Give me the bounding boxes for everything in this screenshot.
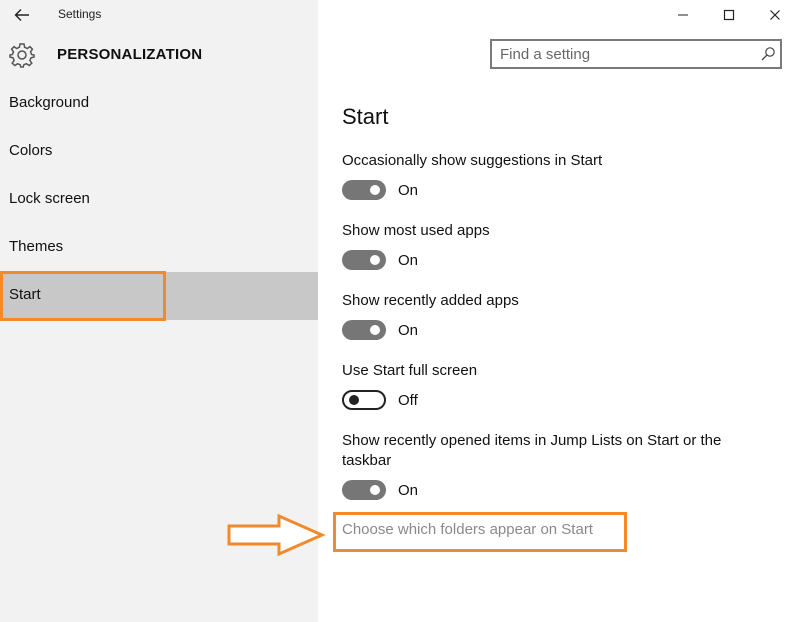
page-title: Start: [342, 104, 389, 129]
toggle-state-suggestions: On: [398, 182, 419, 199]
toggle-full-screen[interactable]: [342, 390, 386, 410]
sidebar-item-themes[interactable]: Themes: [0, 224, 318, 272]
toggle-suggestions[interactable]: [342, 180, 386, 200]
toggle-state-jump-lists: On: [398, 482, 419, 499]
sidebar-item-label: Colors: [9, 142, 53, 159]
sidebar-item-lock-screen[interactable]: Lock screen: [0, 176, 318, 224]
minimize-button[interactable]: [660, 0, 706, 30]
maximize-icon: [723, 9, 735, 21]
start-highlight-box: [0, 271, 166, 321]
folders-highlight-box: [333, 512, 627, 552]
section-title: PERSONALIZATION: [57, 46, 203, 63]
setting-label-most-used: Show most used apps: [342, 222, 490, 239]
toggle-state-full-screen: Off: [398, 392, 418, 409]
toggle-knob: [370, 325, 380, 335]
toggle-most-used[interactable]: [342, 250, 386, 270]
sidebar-item-background[interactable]: Background: [0, 80, 318, 128]
setting-label-suggestions: Occasionally show suggestions in Start: [342, 152, 603, 169]
back-button[interactable]: [8, 4, 36, 26]
toggle-knob: [370, 485, 380, 495]
search-icon[interactable]: [760, 46, 776, 62]
sidebar-item-label: Lock screen: [9, 190, 90, 207]
sidebar-item-label: Themes: [9, 238, 64, 255]
close-icon: [770, 10, 780, 20]
toggle-knob: [370, 185, 380, 195]
toggle-recently-added[interactable]: [342, 320, 386, 340]
minimize-icon: [678, 14, 688, 16]
setting-label-recently-added: Show recently added apps: [342, 292, 519, 309]
window-title: Settings: [58, 7, 102, 21]
maximize-button[interactable]: [706, 0, 752, 30]
search-box[interactable]: [490, 39, 782, 69]
toggle-state-recently-added: On: [398, 322, 419, 339]
arrow-right-icon: [227, 513, 326, 557]
setting-label-full-screen: Use Start full screen: [342, 362, 478, 379]
sidebar-item-label: Background: [9, 94, 90, 111]
sidebar-item-colors[interactable]: Colors: [0, 128, 318, 176]
toggle-knob: [370, 255, 380, 265]
setting-label-jump-lists: Show recently opened items in Jump Lists…: [342, 432, 722, 469]
toggle-jump-lists[interactable]: [342, 480, 386, 500]
toggle-state-most-used: On: [398, 252, 419, 269]
back-arrow-icon: [14, 9, 29, 21]
close-button[interactable]: [752, 0, 796, 30]
toggle-knob: [349, 395, 359, 405]
gear-icon: [9, 43, 35, 68]
search-input[interactable]: [500, 44, 750, 64]
